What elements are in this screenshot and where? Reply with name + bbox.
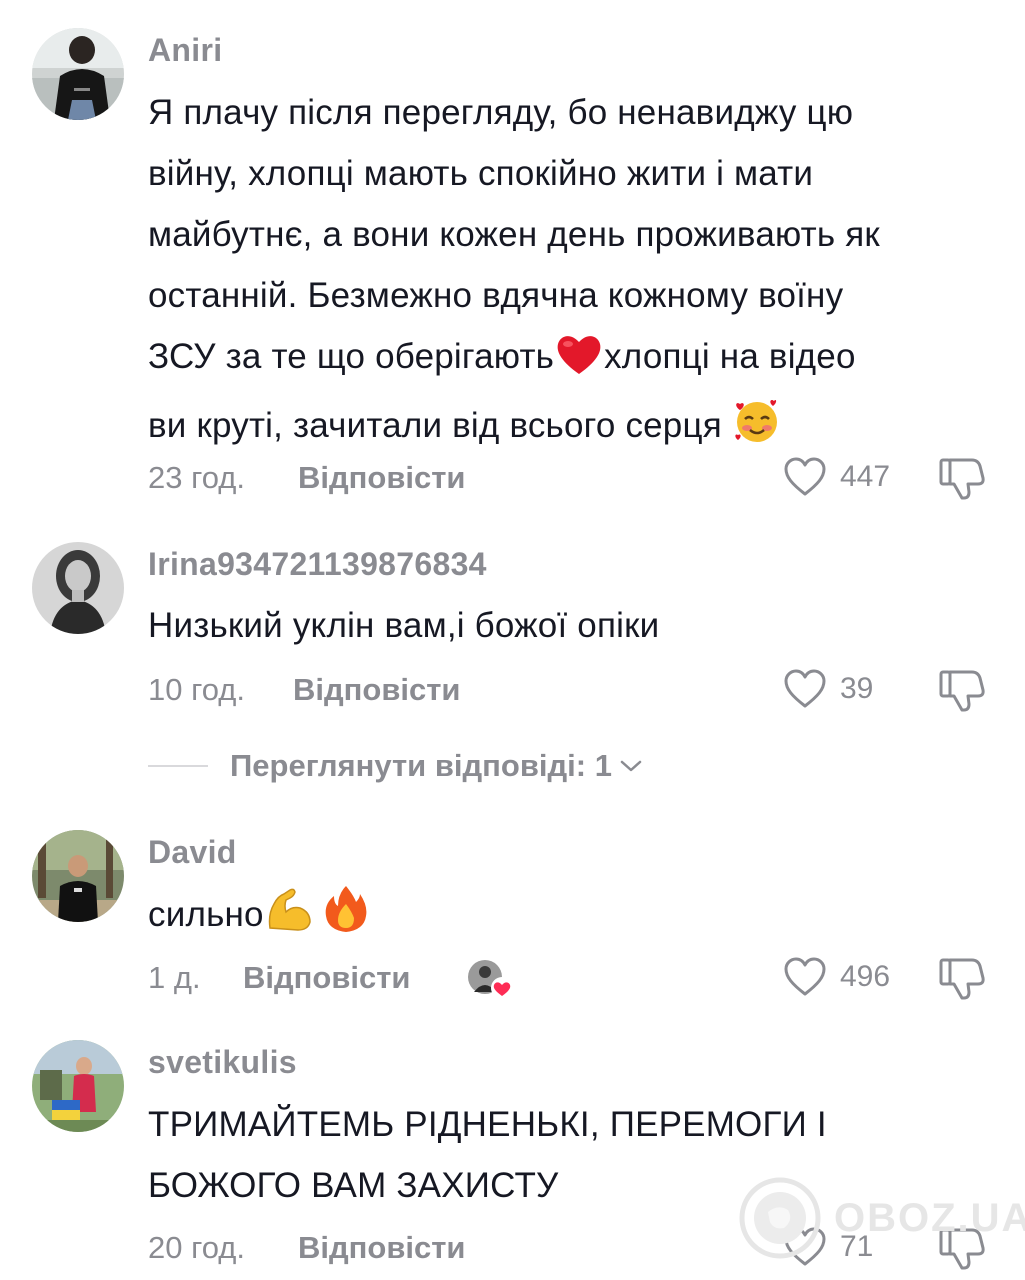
dislike-button[interactable] — [938, 668, 988, 714]
globe-icon — [739, 1177, 821, 1259]
comment-username[interactable]: svetikulis — [148, 1044, 297, 1081]
comment-text-segment: ви круті, зачитали від всього серця — [148, 406, 722, 445]
comment-text-line: майбутнє, а вони кожен день проживають я… — [148, 215, 880, 254]
comment-text-segment: хлопці на відео — [604, 337, 856, 376]
reply-button[interactable]: Відповісти — [243, 960, 411, 996]
avatar[interactable] — [32, 28, 124, 120]
comment-text: ТРИМАЙТЕМЬ РІДНЕНЬКІ, ПЕРЕМОГИ І БОЖОГО … — [148, 1094, 827, 1216]
comment-text-line: Я плачу після перегляду, бо ненавиджу цю — [148, 93, 854, 132]
avatar[interactable] — [32, 830, 124, 922]
dislike-icon — [939, 958, 985, 1000]
comment-username[interactable]: Irina934721139876834 — [148, 546, 487, 583]
heart-outline-icon — [784, 669, 826, 708]
flexed-biceps-emoji — [264, 884, 314, 953]
comment-item: Aniri Я плачу після перегляду, бо ненави… — [0, 0, 1025, 520]
comment-text-segment: ЗСУ за те що оберігають — [148, 337, 555, 376]
reply-button[interactable]: Відповісти — [293, 672, 461, 708]
like-count: 39 — [840, 672, 874, 705]
dislike-button[interactable] — [938, 956, 988, 1002]
like-count: 447 — [840, 460, 891, 493]
heart-outline-icon — [784, 457, 826, 496]
like-button[interactable] — [782, 668, 830, 712]
red-heart-emoji — [554, 332, 604, 395]
dislike-button[interactable] — [938, 456, 988, 502]
watermark-text: OBOZ.UA — [834, 1195, 1025, 1240]
comment-text-line: БОЖОГО ВАМ ЗАХИСТУ — [148, 1166, 559, 1205]
comment-text: сильно — [148, 884, 368, 953]
view-replies-button[interactable]: Переглянути відповіді: 1 — [230, 748, 644, 784]
reply-button[interactable]: Відповісти — [298, 1230, 466, 1266]
comment-timestamp: 1 д. — [148, 960, 201, 995]
comment-timestamp: 10 год. — [148, 672, 245, 707]
watermark: OBOZ.UA — [738, 1176, 1025, 1260]
avatar[interactable] — [32, 542, 124, 634]
replies-divider — [148, 765, 208, 767]
view-replies-label: Переглянути відповіді: 1 — [230, 748, 612, 783]
reply-button[interactable]: Відповісти — [298, 460, 466, 496]
comment-timestamp: 20 год. — [148, 1230, 245, 1265]
smiling-face-with-hearts-emoji — [732, 395, 782, 464]
chevron-down-icon — [620, 760, 642, 772]
heart-outline-icon — [784, 957, 826, 996]
comment-text-line: ТРИМАЙТЕМЬ РІДНЕНЬКІ, ПЕРЕМОГИ І — [148, 1105, 827, 1144]
avatar[interactable] — [32, 1040, 124, 1132]
like-count: 496 — [840, 960, 891, 993]
comment-text-segment: сильно — [148, 895, 264, 934]
comment-text-line: останній. Безмежно вдячна кожному воїну — [148, 276, 844, 315]
comment-username[interactable]: Aniri — [148, 32, 222, 69]
comment-item: Irina934721139876834 Низький уклін вам,і… — [0, 520, 1025, 810]
comment-text: Низький уклін вам,і божої опіки — [148, 606, 660, 645]
comment-timestamp: 23 год. — [148, 460, 245, 495]
dislike-icon — [939, 458, 985, 500]
like-button[interactable] — [782, 956, 830, 1000]
comment-text-line: ЗСУ за те що оберігають хлопці на відео — [148, 326, 1008, 395]
comment-text: Я плачу після перегляду, бо ненавиджу цю… — [148, 82, 1008, 464]
like-button[interactable] — [782, 456, 830, 500]
fire-emoji — [324, 884, 368, 953]
comment-username[interactable]: David — [148, 834, 237, 871]
creator-liked-badge — [466, 958, 518, 1002]
comment-text-line: ви круті, зачитали від всього серця — [148, 395, 1008, 464]
comment-text-line: війну, хлопці мають спокійно жити і мати — [148, 154, 814, 193]
comment-item: David сильно 1 д. Відповісти 496 — [0, 810, 1025, 1030]
dislike-icon — [939, 670, 985, 712]
